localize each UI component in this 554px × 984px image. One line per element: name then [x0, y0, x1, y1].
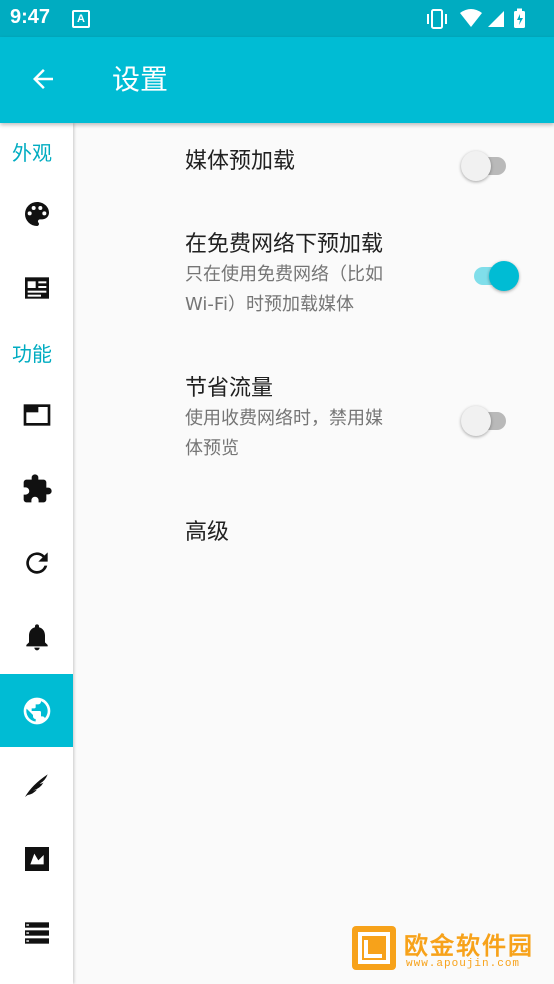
page-title: 设置 — [112, 63, 169, 96]
pref-summary-line: 只在使用免费网络（比如 — [185, 264, 383, 285]
vibrate-icon — [427, 9, 447, 29]
battery-icon — [514, 8, 525, 28]
bell-icon — [25, 623, 48, 650]
switch-thumb — [489, 261, 519, 291]
section-header-appearance: 外观 — [12, 141, 52, 165]
refresh-icon — [25, 551, 48, 574]
switch-thumb — [461, 406, 491, 436]
sidebar-item-palette[interactable] — [0, 177, 73, 250]
sidebar: 外观 功能 — [0, 123, 73, 984]
pref-summary-line: 使用收费网络时，禁用媒 — [185, 408, 383, 429]
pref-preload-free-network[interactable]: 在免费网络下预加载 只在使用免费网络（比如 Wi-Fi）时预加载媒体 — [185, 230, 435, 320]
pref-summary: 使用收费网络时，禁用媒 体预览 — [185, 404, 435, 464]
watermark-url: www.apoujin.com — [406, 958, 521, 970]
sidebar-item-media[interactable] — [0, 822, 73, 895]
pref-media-preload[interactable]: 媒体预加载 — [185, 147, 295, 177]
wifi-icon — [460, 9, 482, 27]
app-bar: 设置 — [0, 37, 554, 123]
switch-media-preload[interactable] — [461, 150, 511, 181]
pref-summary: 只在使用免费网络（比如 Wi-Fi）时预加载媒体 — [185, 260, 435, 320]
sidebar-item-storage[interactable] — [0, 896, 73, 969]
watermark-text: 欧金软件园 — [404, 932, 534, 960]
sidebar-item-extension[interactable] — [0, 452, 73, 525]
section-header-features: 功能 — [12, 342, 52, 366]
settings-list: 媒体预加载 在免费网络下预加载 只在使用免费网络（比如 Wi-Fi）时预加载媒体… — [73, 123, 554, 984]
status-bar: 9:47 A — [0, 0, 554, 37]
article-icon — [24, 276, 49, 299]
pref-save-data[interactable]: 节省流量 使用收费网络时，禁用媒 体预览 — [185, 374, 435, 464]
globe-icon — [23, 697, 50, 724]
switch-thumb — [461, 151, 491, 181]
pref-title: 媒体预加载 — [185, 149, 296, 174]
pref-summary-line: 体预览 — [185, 438, 239, 459]
watermark-logo-icon — [352, 926, 396, 970]
pref-summary-line: Wi-Fi）时预加载媒体 — [185, 294, 354, 315]
feather-icon — [24, 773, 48, 797]
status-icons — [427, 8, 525, 29]
status-time: 9:47 — [10, 6, 51, 28]
switch-preload-free-network[interactable] — [469, 260, 519, 291]
pref-title: 高级 — [185, 520, 230, 545]
pref-title: 节省流量 — [185, 376, 274, 401]
tab-icon — [23, 403, 50, 426]
sidebar-item-notifications[interactable] — [0, 600, 73, 673]
sidebar-item-network[interactable] — [0, 674, 73, 747]
sidebar-item-refresh[interactable] — [0, 526, 73, 599]
storage-icon — [24, 921, 49, 944]
palette-icon — [24, 201, 49, 226]
notification-icon: A — [72, 10, 90, 28]
arrow-left-icon[interactable] — [28, 64, 58, 94]
sidebar-item-tab[interactable] — [0, 378, 73, 451]
signal-icon — [488, 11, 504, 27]
pref-advanced[interactable]: 高级 — [185, 518, 229, 548]
image-icon — [24, 846, 49, 871]
switch-save-data[interactable] — [461, 405, 511, 436]
extension-icon — [23, 473, 52, 502]
pref-title: 在免费网络下预加载 — [185, 232, 384, 257]
sidebar-item-article[interactable] — [0, 251, 73, 324]
sidebar-item-compose[interactable] — [0, 748, 73, 821]
watermark: 欧金软件园 www.apoujin.com — [352, 926, 548, 978]
